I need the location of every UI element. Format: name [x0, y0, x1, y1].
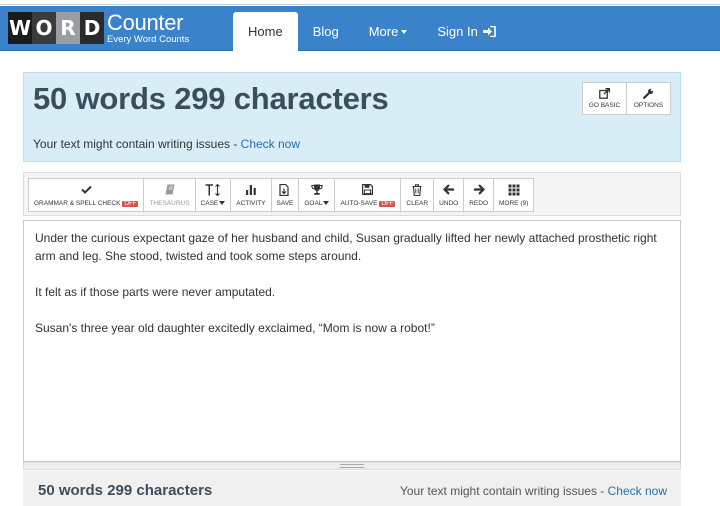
- top-border: [0, 0, 720, 5]
- save-label: SAVE: [276, 199, 294, 207]
- more-tools-label: MORE (9): [499, 199, 529, 207]
- thesaurus-label: THESAURUS: [149, 199, 190, 207]
- main-nav: Home Blog More Sign In: [233, 12, 511, 51]
- header-buttons: GO BASIC OPTIONS: [582, 82, 671, 115]
- goal-label-row: GOAL: [304, 199, 330, 207]
- nav-more-dropdown[interactable]: More: [354, 12, 423, 51]
- arrow-right-icon: [473, 184, 485, 196]
- grammar-off-badge: OFF: [122, 200, 139, 207]
- footer-writing-notice: Your text might contain writing issues -…: [400, 484, 667, 498]
- clear-button[interactable]: CLEAR: [400, 178, 435, 212]
- caret-down-icon: [323, 200, 330, 205]
- activity-label: ACTIVITY: [236, 199, 266, 207]
- footer-check-now-link[interactable]: Check now: [608, 484, 667, 498]
- arrow-left-icon: [442, 184, 455, 196]
- undo-label: UNDO: [439, 199, 459, 207]
- nav-more-label: More: [368, 24, 399, 39]
- auto-save-button[interactable]: AUTO-SAVE OFF: [334, 178, 402, 212]
- redo-label: REDO: [469, 199, 489, 207]
- editor-paragraph: Susan's three year old daughter excitedl…: [35, 321, 435, 335]
- text-editor[interactable]: Under the curious expectant gaze of her …: [23, 220, 681, 462]
- nav-home-label: Home: [248, 24, 283, 39]
- writing-issues-text: Your text might contain writing issues -: [33, 137, 241, 151]
- auto-save-label-row: AUTO-SAVE OFF: [340, 199, 396, 207]
- editor-toolbar: GRAMMAR & SPELL CHECK OFF THESAURUS CASE …: [23, 172, 681, 216]
- logo-letter: O: [32, 12, 56, 45]
- floppy-disk-icon: [362, 184, 374, 196]
- check-now-link[interactable]: Check now: [241, 137, 300, 151]
- text-height-icon: [205, 183, 221, 196]
- clear-label: CLEAR: [406, 199, 429, 207]
- logo-letter: D: [80, 12, 104, 45]
- grammar-label: GRAMMAR & SPELL CHECK: [34, 199, 121, 207]
- footer-writing-text: Your text might contain writing issues -: [399, 484, 608, 498]
- navbar: W O R D Counter Every Word Counts Home B…: [0, 6, 720, 51]
- grip-icon: [340, 464, 364, 468]
- book-icon: [165, 184, 175, 196]
- resize-handle[interactable]: [23, 462, 681, 470]
- grammar-label-row: GRAMMAR & SPELL CHECK OFF: [34, 199, 139, 207]
- go-basic-button[interactable]: GO BASIC: [582, 82, 627, 115]
- trash-icon: [412, 183, 422, 196]
- caret-down-icon: [401, 29, 408, 34]
- logo[interactable]: W O R D Counter Every Word Counts: [8, 12, 189, 45]
- redo-button[interactable]: REDO: [463, 178, 495, 212]
- logo-name: Counter: [107, 10, 184, 35]
- logo-letter: R: [56, 12, 80, 45]
- page-title: 50 words 299 characters: [33, 81, 389, 116]
- case-label-row: CASE: [201, 200, 226, 207]
- auto-save-off-badge: OFF: [379, 200, 396, 207]
- caret-down-icon: [219, 200, 226, 205]
- logo-letter: W: [8, 12, 32, 45]
- options-button[interactable]: OPTIONS: [626, 82, 671, 115]
- goal-dropdown[interactable]: GOAL: [298, 178, 336, 212]
- go-basic-label: GO BASIC: [588, 102, 621, 109]
- goal-label: GOAL: [304, 199, 323, 207]
- case-dropdown[interactable]: CASE: [194, 178, 232, 212]
- auto-save-label: AUTO-SAVE: [340, 199, 378, 207]
- logo-text: Counter Every Word Counts: [107, 12, 189, 45]
- nav-sign-in-label: Sign In: [437, 24, 478, 39]
- footer-stats-bar: 50 words 299 characters Your text might …: [23, 471, 681, 506]
- more-tools-button[interactable]: MORE (9): [493, 178, 535, 212]
- trophy-icon: [311, 184, 323, 196]
- nav-blog[interactable]: Blog: [298, 12, 354, 51]
- undo-button[interactable]: UNDO: [433, 178, 465, 212]
- options-label: OPTIONS: [633, 102, 664, 109]
- writing-issues-notice: Your text might contain writing issues -…: [33, 137, 300, 151]
- save-file-icon: [279, 183, 290, 196]
- save-button[interactable]: SAVE: [270, 178, 300, 212]
- nav-home[interactable]: Home: [233, 12, 298, 51]
- case-label: CASE: [200, 199, 219, 207]
- nav-sign-in[interactable]: Sign In: [422, 12, 510, 51]
- stats-panel: 50 words 299 characters Your text might …: [23, 72, 681, 162]
- bar-chart-icon: [245, 184, 257, 196]
- activity-button[interactable]: ACTIVITY: [230, 178, 272, 212]
- grid-icon: [508, 184, 520, 196]
- sign-in-icon: [482, 26, 496, 37]
- footer-counts: 50 words 299 characters: [38, 482, 213, 499]
- logo-tagline: Every Word Counts: [107, 34, 190, 45]
- check-icon: [81, 184, 92, 196]
- thesaurus-button[interactable]: THESAURUS: [143, 178, 196, 212]
- wrench-icon: [643, 88, 654, 99]
- grammar-spell-check-button[interactable]: GRAMMAR & SPELL CHECK OFF: [28, 178, 145, 212]
- external-link-icon: [599, 88, 610, 99]
- nav-blog-label: Blog: [312, 24, 339, 39]
- editor-paragraph: It felt as if those parts were never amp…: [35, 285, 276, 299]
- editor-paragraph: Under the curious expectant gaze of her …: [35, 231, 657, 263]
